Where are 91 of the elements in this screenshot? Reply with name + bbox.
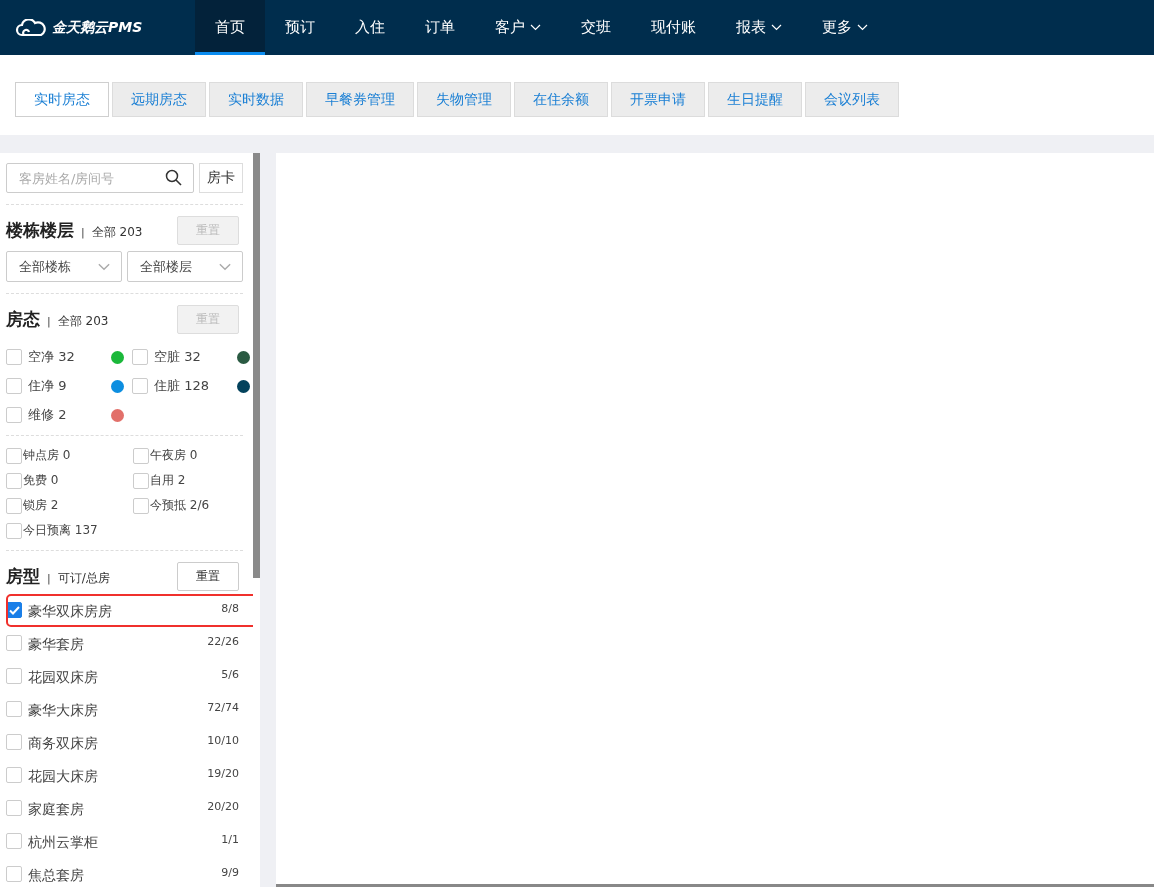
search-icon[interactable] — [165, 169, 182, 186]
tab[interactable]: 实时数据 — [209, 82, 303, 117]
separator-mark: | — [81, 226, 85, 239]
room-count: 1/1 — [221, 833, 239, 846]
chevron-down-icon — [97, 262, 111, 271]
separator-mark: | — [47, 572, 51, 585]
search-field[interactable]: 客房姓名/房间号 — [6, 163, 194, 193]
room-type-label: 花园双床房 — [28, 669, 99, 687]
nav-item[interactable]: 订单 — [405, 0, 475, 55]
checkbox[interactable] — [6, 635, 22, 651]
checkbox[interactable] — [132, 378, 148, 394]
nav-item[interactable]: 更多 — [802, 0, 888, 55]
checkbox[interactable] — [132, 349, 148, 365]
checkbox[interactable] — [6, 407, 22, 423]
filter-label: 今日预离 137 — [23, 522, 98, 539]
separator-mark: | — [47, 315, 51, 328]
room-type-label: 商务双床房 — [28, 735, 99, 753]
room-type-label: 杭州云掌柜 — [28, 834, 99, 852]
checkbox[interactable] — [6, 472, 22, 489]
checkbox[interactable] — [6, 833, 22, 849]
tab[interactable]: 实时房态 — [15, 82, 109, 117]
filter-label: 锁房 2 — [23, 497, 59, 514]
room-type-label: 豪华双床房房 — [28, 603, 113, 621]
checkbox[interactable] — [133, 497, 149, 514]
scrollbar-thumb[interactable] — [253, 153, 260, 578]
filter-label: 钟点房 0 — [23, 447, 71, 464]
checkbox[interactable] — [133, 447, 149, 464]
status-label: 住脏 128 — [154, 377, 210, 395]
nav-item[interactable]: 客户 — [475, 0, 561, 55]
section-title: 房型 — [6, 565, 40, 588]
section-title: 房态 — [6, 308, 40, 331]
room-count: 22/26 — [207, 635, 239, 648]
nav-item[interactable]: 入住 — [335, 0, 405, 55]
nav-item[interactable]: 报表 — [716, 0, 802, 55]
section-title: 楼栋楼层 — [6, 219, 74, 242]
chevron-down-icon — [771, 24, 782, 31]
cloud-logo-icon — [15, 18, 47, 37]
chevron-down-icon — [530, 24, 541, 31]
tab[interactable]: 失物管理 — [417, 82, 511, 117]
section-summary: 全部 203 — [57, 313, 109, 330]
room-count: 19/20 — [207, 767, 239, 780]
room-type-label: 家庭套房 — [28, 801, 85, 819]
status-label: 空脏 32 — [154, 348, 202, 366]
room-count: 9/9 — [221, 866, 239, 879]
checkbox[interactable] — [6, 378, 22, 394]
section-summary: 可订/总房 — [57, 570, 110, 587]
chevron-down-icon — [218, 262, 232, 271]
nav-item[interactable]: 交班 — [561, 0, 631, 55]
checkbox[interactable] — [6, 497, 22, 514]
checkbox[interactable] — [6, 668, 22, 684]
status-label: 空净 32 — [28, 348, 76, 366]
reset-button[interactable]: 重置 — [177, 562, 239, 591]
filter-label: 免费 0 — [23, 472, 59, 489]
checkbox[interactable] — [6, 767, 22, 783]
tab[interactable]: 在住余额 — [514, 82, 608, 117]
nav-item[interactable]: 预订 — [265, 0, 335, 55]
room-type-label: 焦总套房 — [28, 867, 85, 885]
checkbox[interactable] — [6, 447, 22, 464]
dropdown[interactable]: 全部楼栋 — [6, 251, 122, 282]
nav-item[interactable]: 现付账 — [631, 0, 716, 55]
room-count: 5/6 — [221, 668, 239, 681]
tab[interactable]: 开票申请 — [611, 82, 705, 117]
section-summary: 全部 203 — [91, 224, 143, 241]
checkbox[interactable] — [6, 866, 22, 882]
room-type-label: 豪华套房 — [28, 636, 85, 654]
room-count: 10/10 — [207, 734, 239, 747]
filter-label: 自用 2 — [150, 472, 186, 489]
tab[interactable]: 生日提醒 — [708, 82, 802, 117]
filter-label: 午夜房 0 — [150, 447, 198, 464]
app-logo-text: 金天鹅云PMS — [52, 18, 143, 37]
chevron-down-icon — [857, 24, 868, 31]
tab[interactable]: 远期房态 — [112, 82, 206, 117]
status-label: 住净 9 — [28, 377, 68, 395]
room-count: 72/74 — [207, 701, 239, 714]
room-count: 20/20 — [207, 800, 239, 813]
checkbox[interactable] — [6, 522, 22, 539]
checkbox[interactable] — [6, 734, 22, 750]
checkbox[interactable] — [6, 701, 22, 717]
tab[interactable]: 早餐券管理 — [306, 82, 414, 117]
room-type-label: 豪华大床房 — [28, 702, 99, 720]
checkbox[interactable] — [6, 349, 22, 365]
status-label: 维修 2 — [28, 406, 68, 424]
room-type-label: 花园大床房 — [28, 768, 99, 786]
filter-label: 今预抵 2/6 — [150, 497, 210, 514]
checkbox[interactable] — [133, 472, 149, 489]
tab[interactable]: 会议列表 — [805, 82, 899, 117]
room-card-button[interactable]: 房卡 — [199, 163, 243, 193]
room-count: 8/8 — [221, 602, 239, 615]
dropdown[interactable]: 全部楼层 — [127, 251, 243, 282]
checkbox[interactable] — [6, 800, 22, 816]
nav-item[interactable]: 首页 — [195, 0, 265, 55]
